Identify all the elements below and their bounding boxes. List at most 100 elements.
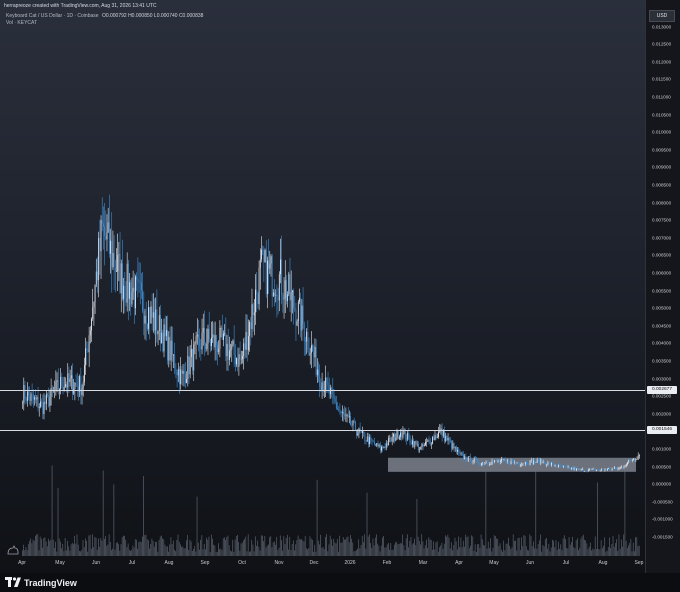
volume-bar [559,548,560,556]
candle-body [340,412,342,413]
candle-body [464,456,466,459]
volume-bar [603,545,604,556]
candle-body [171,340,173,356]
candle-body [136,276,138,280]
candle-body [132,287,134,293]
volume-bar [273,541,275,556]
candle-body [577,468,579,470]
candle-body [376,443,378,446]
candle-body [97,271,98,281]
volume-bar [515,540,516,556]
volume-bar [306,548,307,556]
candle-body [219,327,221,349]
candle-body [294,308,296,310]
candle-body [606,468,608,471]
currency-button[interactable]: USD [649,10,675,22]
volume-bar [475,551,477,556]
volume-bar [574,548,576,556]
tradingview-logo[interactable]: TradingView [5,577,77,588]
volume-bar [128,549,130,556]
horizontal-line-lower[interactable] [0,429,645,431]
symbol-title[interactable]: Keyboard Cat / US Dollar · 1D · Coinbase [6,13,99,19]
candle-body [289,274,291,301]
candle-body [489,464,491,466]
candle-body [29,396,31,401]
candle-body [597,469,599,471]
candle-body [158,315,160,332]
volume-bar [600,540,602,556]
candle-body [313,351,315,358]
candle-body [163,324,165,352]
volume-bar [632,542,634,556]
candle-body [44,401,46,404]
volume-bar [392,549,394,556]
volume-bar [489,548,490,556]
volume-bar [178,541,180,556]
volume-bar [582,534,584,556]
volume-bar [521,537,522,556]
candle-body [568,466,570,468]
volume-bar [374,537,376,556]
candle-body [473,458,475,462]
candle-body [407,432,409,440]
volume-bar [338,551,339,556]
volume-bar [487,541,489,556]
level-price-label: 0.002677 [647,385,677,394]
volume-bar [436,541,438,556]
candle-body [366,436,368,442]
candle-body [173,354,174,356]
candle-body [396,430,398,438]
volume-bar [451,542,452,556]
volume-bar [259,550,261,556]
candle-body [43,401,45,414]
volume-bar [243,540,244,556]
volume-bar [442,548,444,556]
volume-bar [334,542,336,556]
candle-body [484,463,486,465]
volume-bar [44,537,46,556]
price-plot[interactable] [0,0,645,560]
candle-body [201,332,203,350]
candle-body [297,301,299,322]
volume-bar [407,534,408,556]
volume-bar [155,541,156,556]
volume-bar [39,536,41,556]
volume-bar [517,538,519,556]
volume-bar [439,547,440,556]
candle-body [431,443,432,445]
volume-bar [626,548,628,556]
candle-body [461,453,463,455]
candle-body [400,432,401,437]
candle-body [522,463,524,465]
candle-body [181,369,183,374]
candle-body [476,459,478,461]
volume-bar [510,548,512,556]
time-tick-label: Apr [455,560,463,566]
price-tick-label: 0.009000 [652,164,672,170]
candle-body [310,345,312,353]
volume-bar [33,540,35,556]
volume-bar [455,541,457,556]
horizontal-line-upper[interactable] [0,389,645,391]
candle-body [251,304,253,329]
candle-body [309,352,311,356]
candle-body [542,461,544,464]
volume-bar [594,536,596,556]
volume-bar [581,536,583,556]
volume-bar [593,549,595,556]
volume-bar [427,547,428,556]
candle-body [390,437,392,442]
candle-body [306,331,308,342]
volume-bar [353,551,355,556]
candle-body [70,375,72,379]
candle-body [634,459,636,461]
candle-body [493,460,495,463]
volume-indicator-label[interactable]: Vol · KEYCAT [6,20,205,27]
volume-bar [57,487,59,556]
volume-bar [380,545,382,556]
volume-bar [22,550,23,556]
volume-bar [147,540,149,556]
candle-body [338,409,340,410]
candle-body [93,302,95,308]
volume-bar [335,543,337,556]
